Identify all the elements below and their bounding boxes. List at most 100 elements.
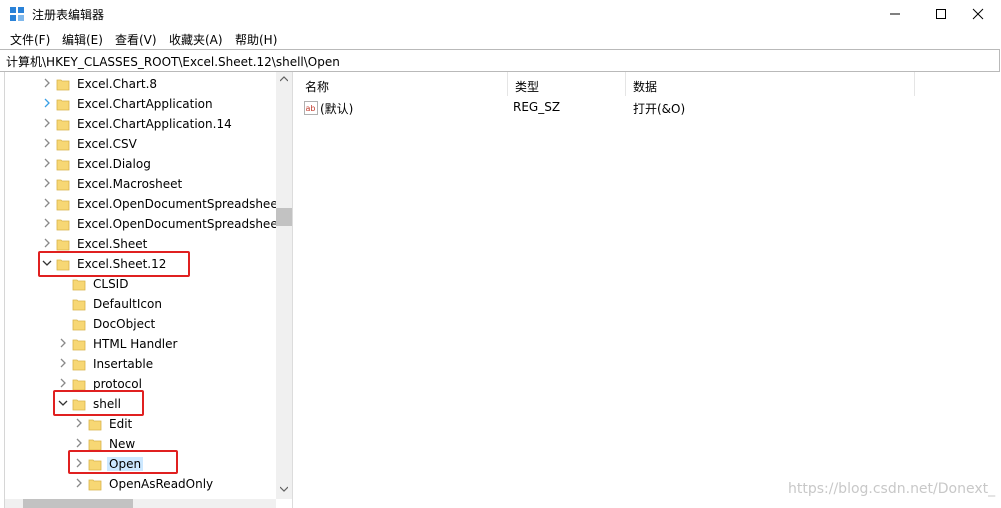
tree-node-label: CLSID — [93, 277, 129, 291]
chevron-right-icon[interactable] — [42, 77, 52, 89]
chevron-right-icon[interactable] — [42, 177, 52, 189]
folder-icon — [56, 219, 70, 231]
tree-scroll-thumb[interactable] — [276, 208, 292, 226]
tree-node[interactable]: Excel.OpenDocumentSpreadsheet — [0, 194, 282, 214]
scroll-down-icon[interactable] — [280, 486, 288, 492]
value-name: (默认) — [320, 102, 354, 116]
tree-node-label: HTML Handler — [93, 337, 178, 351]
tree-node-label: OpenAsReadOnly — [109, 477, 214, 491]
menu-file[interactable]: 文件(F) — [10, 31, 50, 48]
folder-icon — [56, 239, 70, 251]
maximize-icon — [936, 9, 946, 19]
folder-icon — [56, 79, 70, 91]
minimize-button[interactable] — [872, 0, 918, 28]
tree-node[interactable]: Excel.CSV — [0, 134, 275, 154]
value-data: 打开(&O) — [633, 102, 686, 116]
tree-node-label: Edit — [109, 417, 133, 431]
folder-icon — [72, 339, 86, 351]
chevron-right-icon[interactable] — [42, 237, 52, 249]
folder-icon — [72, 299, 86, 311]
svg-text:ab: ab — [306, 104, 316, 113]
watermark: https://blog.csdn.net/Donext_ — [788, 481, 996, 497]
window-title: 注册表编辑器 — [32, 8, 105, 22]
title-bar[interactable]: 注册表编辑器 — [0, 0, 1001, 28]
chevron-right-icon[interactable] — [42, 97, 52, 109]
tree-node-label: protocol — [93, 377, 142, 391]
chevron-right-icon[interactable] — [58, 357, 68, 369]
address-bar[interactable]: 计算机\HKEY_CLASSES_ROOT\Excel.Sheet.12\she… — [0, 49, 1000, 72]
scroll-up-icon[interactable] — [280, 76, 288, 82]
folder-icon — [56, 119, 70, 131]
tree-node[interactable]: Excel.Dialog — [0, 154, 275, 174]
column-header-data[interactable]: 数据 — [625, 72, 915, 96]
tree-node-label: Excel.ChartApplication — [77, 97, 213, 111]
highlight-box-shell — [53, 390, 144, 416]
tree-hscroll-thumb[interactable] — [23, 499, 133, 508]
menu-edit[interactable]: 编辑(E) — [62, 31, 103, 48]
column-header-type[interactable]: 类型 — [507, 72, 626, 96]
folder-icon — [56, 159, 70, 171]
chevron-right-icon[interactable] — [42, 217, 52, 229]
highlight-box-excel-sheet-12 — [38, 251, 190, 277]
tree-node[interactable]: HTML Handler — [0, 334, 275, 354]
column-header-type-label: 类型 — [515, 80, 540, 94]
minimize-icon — [890, 13, 900, 15]
address-path[interactable]: 计算机\HKEY_CLASSES_ROOT\Excel.Sheet.12\she… — [6, 53, 340, 70]
folder-icon — [72, 319, 86, 331]
key-tree[interactable]: Excel.Chart.8 Excel.ChartApplication Excel… — [0, 72, 293, 508]
folder-icon — [88, 479, 102, 491]
chevron-right-icon[interactable] — [42, 137, 52, 149]
tree-node[interactable]: Excel.OpenDocumentSpreadsheet — [0, 214, 282, 234]
tree-node[interactable]: DefaultIcon — [0, 294, 275, 314]
menu-bar: 文件(F) 编辑(E) 查看(V) 收藏夹(A) 帮助(H) — [0, 28, 1001, 48]
tree-vertical-scrollbar[interactable] — [276, 72, 292, 499]
tree-horizontal-scrollbar[interactable] — [5, 499, 276, 508]
tree-node-label: New — [109, 437, 136, 451]
close-button[interactable] — [955, 0, 1001, 28]
tree-node-label: Excel.Chart.8 — [77, 77, 158, 91]
tree-node-label: Excel.Sheet — [77, 237, 148, 251]
column-header-name[interactable]: 名称 — [297, 72, 508, 96]
tree-node-label: Insertable — [93, 357, 154, 371]
tree-node[interactable]: Excel.Chart.8 — [0, 74, 275, 94]
value-row[interactable]: ab (默认) REG_SZ 打开(&O) — [297, 100, 917, 118]
chevron-right-icon[interactable] — [74, 437, 84, 449]
menu-help[interactable]: 帮助(H) — [235, 31, 277, 48]
tree-node[interactable]: Edit — [0, 414, 275, 434]
column-header-data-label: 数据 — [633, 80, 658, 94]
folder-icon — [72, 279, 86, 291]
chevron-right-icon[interactable] — [42, 117, 52, 129]
chevron-right-icon[interactable] — [74, 417, 84, 429]
tree-node-label: DocObject — [93, 317, 156, 331]
tree-node[interactable]: CLSID — [0, 274, 275, 294]
folder-icon — [88, 419, 102, 431]
highlight-box-open — [68, 450, 178, 474]
close-icon — [972, 8, 984, 20]
folder-icon — [56, 199, 70, 211]
folder-icon — [88, 439, 102, 451]
menu-favorites[interactable]: 收藏夹(A) — [169, 31, 223, 48]
tree-node[interactable]: OpenAsReadOnly — [0, 474, 275, 494]
tree-node[interactable]: Excel.ChartApplication.14 — [0, 114, 275, 134]
chevron-right-icon[interactable] — [42, 197, 52, 209]
folder-icon — [72, 359, 86, 371]
tree-node-label: Excel.Dialog — [77, 157, 151, 171]
values-list[interactable]: 名称 类型 数据 ab (默认) REG_SZ 打开(&O) — [297, 72, 1001, 508]
tree-node-label: Excel.ChartApplication.14 — [77, 117, 232, 131]
chevron-right-icon[interactable] — [58, 377, 68, 389]
regedit-app-icon — [10, 7, 24, 21]
column-header-name-label: 名称 — [305, 80, 330, 94]
folder-icon — [56, 99, 70, 111]
value-type: REG_SZ — [513, 100, 561, 114]
tree-node[interactable]: DocObject — [0, 314, 275, 334]
chevron-right-icon[interactable] — [74, 477, 84, 489]
tree-node-label: Excel.OpenDocumentSpreadsheet — [77, 217, 283, 231]
chevron-right-icon[interactable] — [58, 337, 68, 349]
tree-node-label: Excel.OpenDocumentSpreadsheet — [77, 197, 283, 211]
tree-node[interactable]: Excel.ChartApplication — [0, 94, 275, 114]
chevron-right-icon[interactable] — [42, 157, 52, 169]
tree-node-label: Excel.CSV — [77, 137, 137, 151]
tree-node[interactable]: Insertable — [0, 354, 275, 374]
tree-node[interactable]: Excel.Macrosheet — [0, 174, 275, 194]
menu-view[interactable]: 查看(V) — [115, 31, 157, 48]
